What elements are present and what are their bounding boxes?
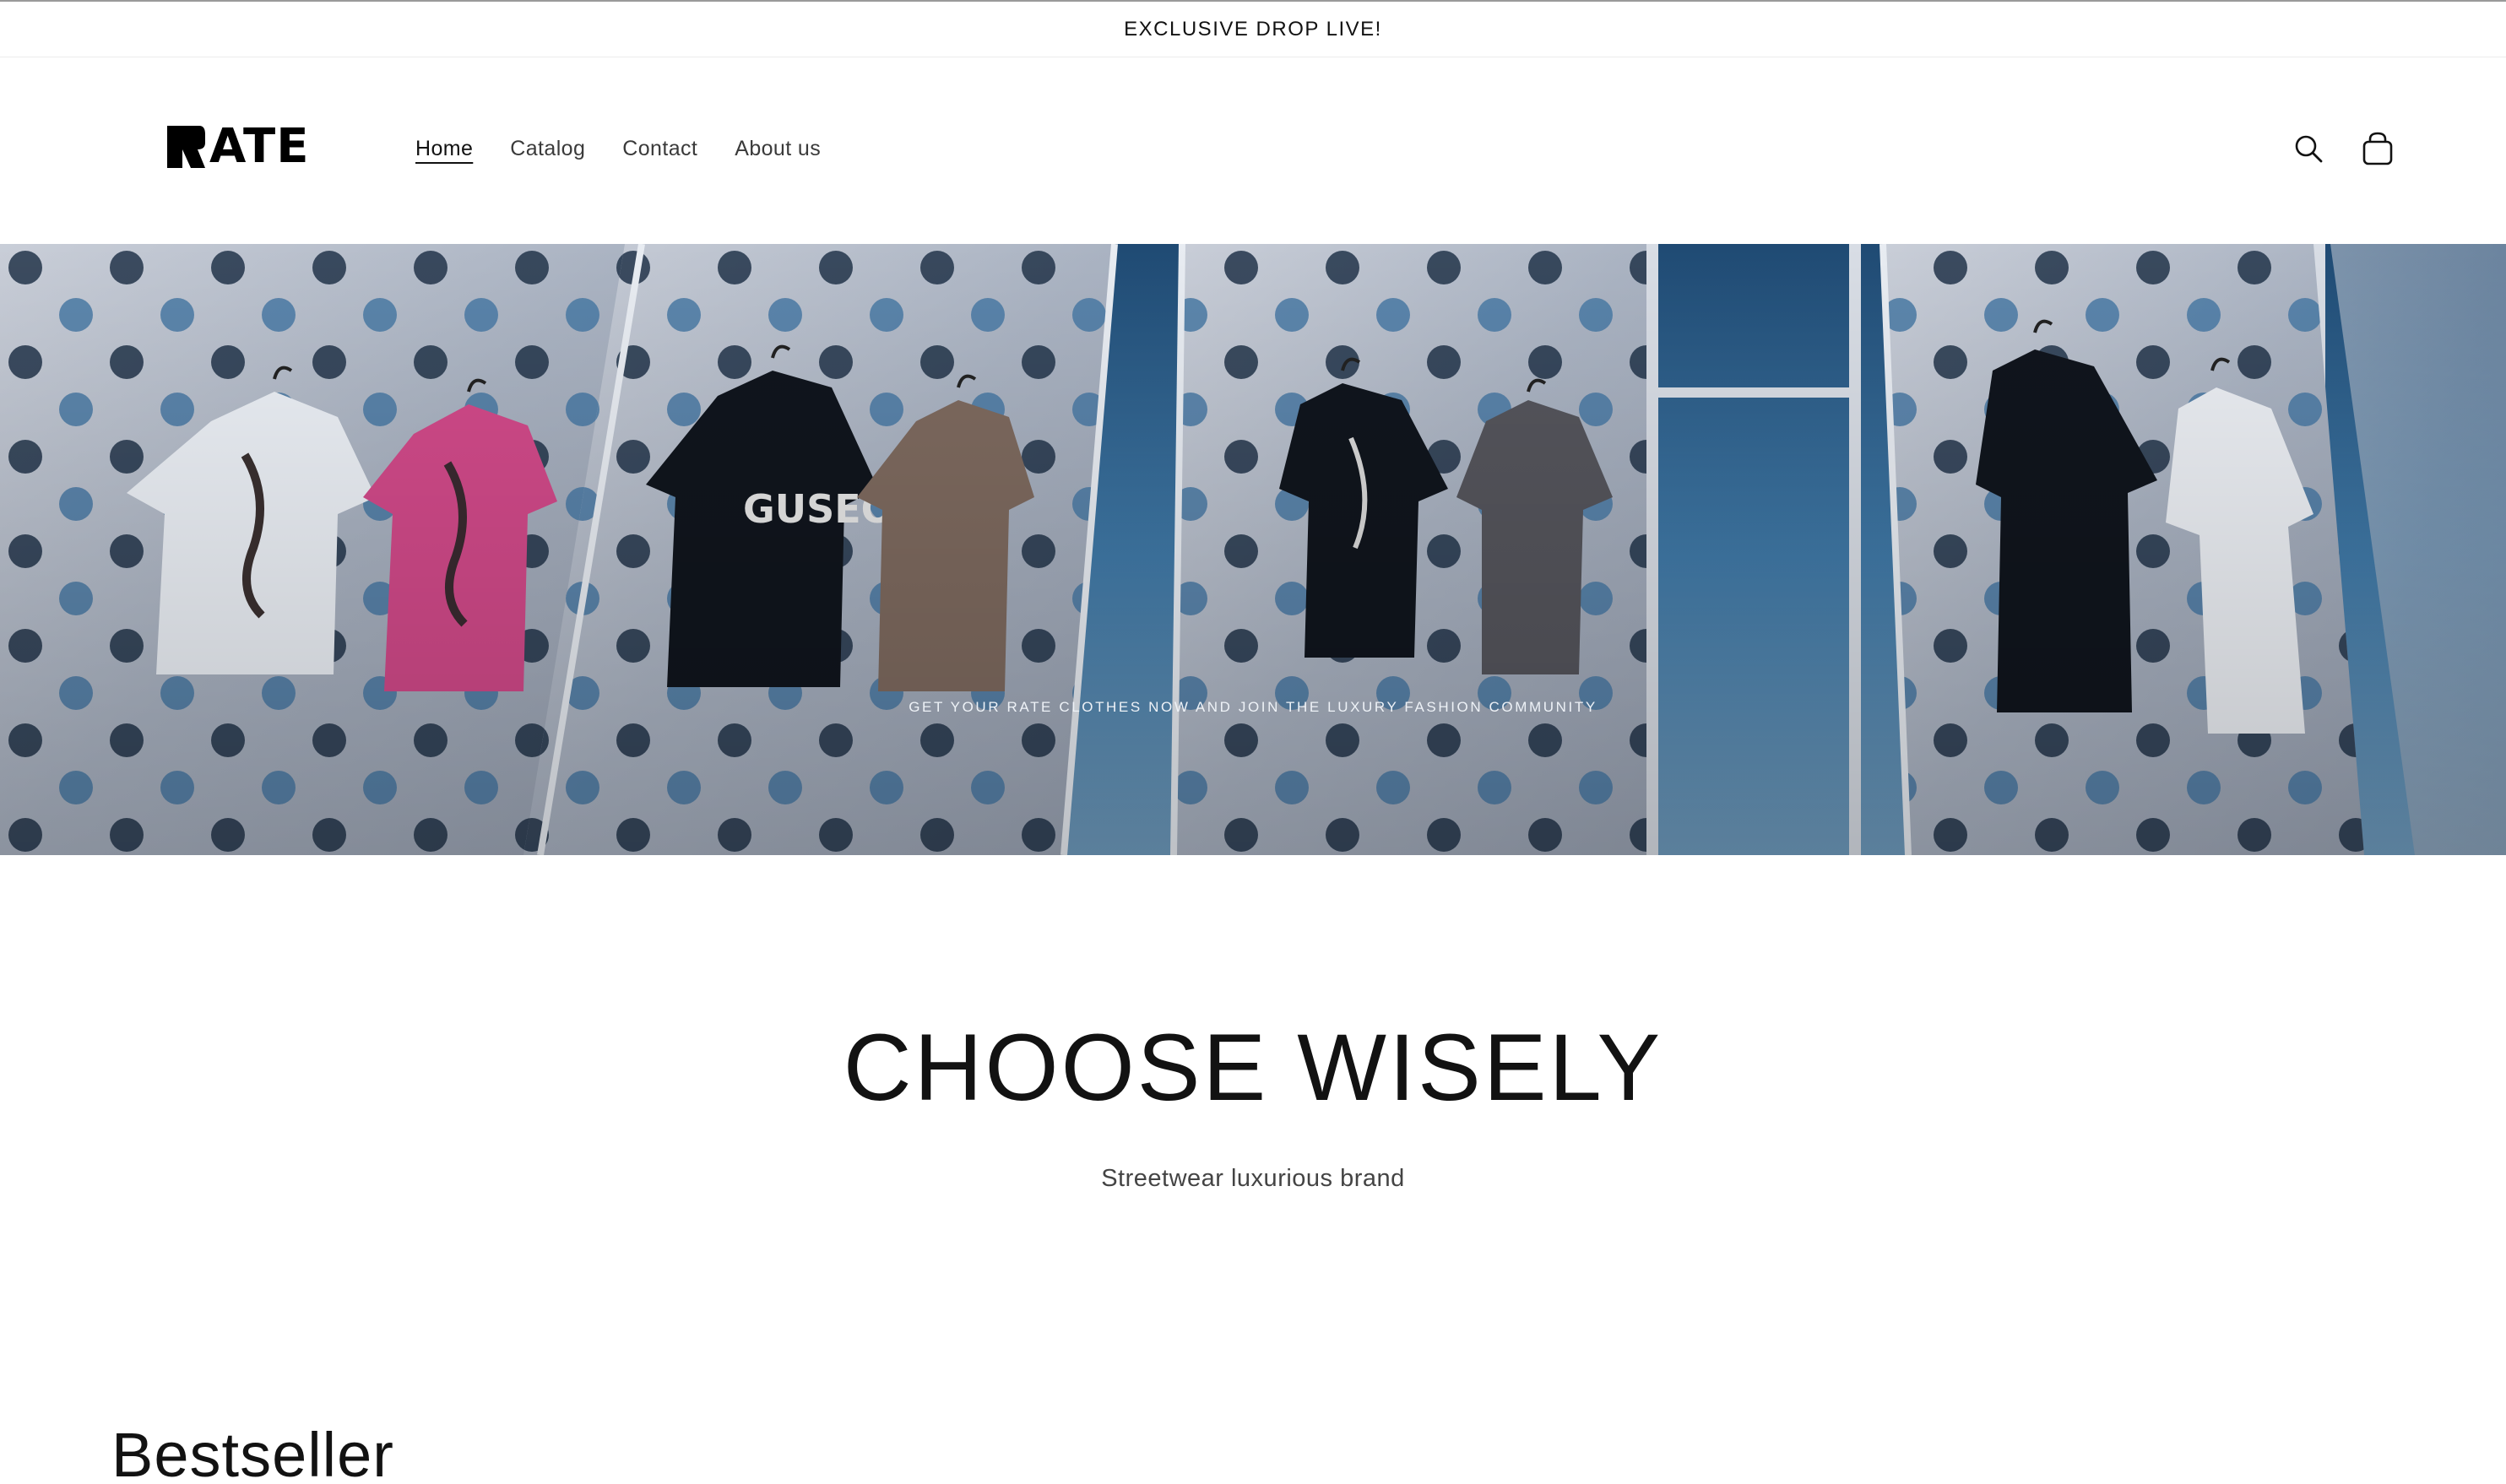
header-icons bbox=[2290, 130, 2396, 167]
nav-home[interactable]: Home bbox=[415, 132, 473, 165]
collection-title: Bestseller bbox=[111, 1420, 394, 1484]
intro-heading: CHOOSE WISELY bbox=[843, 1015, 1663, 1120]
hero-image: GUSEO bbox=[0, 244, 2506, 855]
nav-about-us[interactable]: About us bbox=[735, 132, 821, 165]
logo-text: ATE bbox=[209, 119, 310, 174]
intro-subheading: Streetwear luxurious brand bbox=[1101, 1165, 1405, 1192]
search-icon bbox=[2295, 135, 2323, 163]
main-nav: Home Catalog Contact About us bbox=[415, 132, 858, 165]
rate-logo-mark bbox=[167, 126, 205, 168]
nav-catalog[interactable]: Catalog bbox=[510, 132, 585, 165]
site-header: ATE Home Catalog Contact About us bbox=[0, 57, 2506, 244]
hero-banner[interactable]: GUSEO bbox=[0, 244, 2506, 855]
logo-link[interactable]: ATE bbox=[165, 122, 309, 172]
cart-button[interactable] bbox=[2359, 130, 2396, 167]
announcement-text: EXCLUSIVE DROP LIVE! bbox=[1124, 17, 1382, 41]
nav-contact[interactable]: Contact bbox=[622, 132, 697, 165]
hero-caption: GET YOUR RATE CLOTHES NOW AND JOIN THE L… bbox=[909, 699, 1597, 715]
announcement-bar: EXCLUSIVE DROP LIVE! bbox=[0, 0, 2506, 57]
search-button[interactable] bbox=[2290, 130, 2327, 167]
cart-icon bbox=[2362, 132, 2393, 165]
